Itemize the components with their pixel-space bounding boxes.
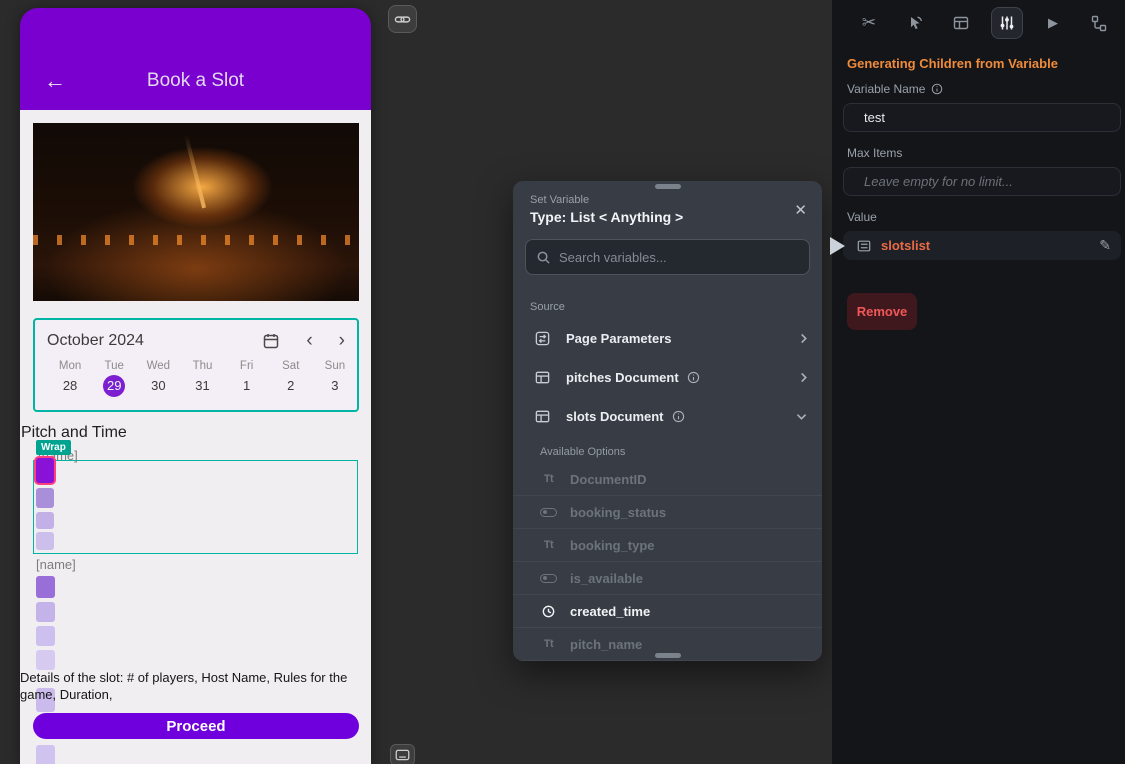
chevron-right-icon: [799, 332, 808, 345]
option-booking-type[interactable]: Tt booking_type: [513, 529, 822, 562]
source-row-slots-document[interactable]: slots Document: [513, 397, 822, 436]
panel-tab-interactions[interactable]: [899, 7, 931, 39]
info-icon[interactable]: [672, 410, 685, 423]
slot-details-text: Details of the slot: # of players, Host …: [20, 670, 348, 702]
document-collection-icon: [534, 369, 552, 386]
text-type-icon: Tt: [543, 539, 554, 551]
panel-tab-cut[interactable]: ✂: [853, 7, 885, 39]
option-documentid[interactable]: Tt DocumentID: [513, 463, 822, 496]
panel-tab-run[interactable]: ▶: [1037, 7, 1069, 39]
callout-arrow: [830, 237, 845, 255]
set-variable-dialog: Set Variable Type: List < Anything > ✕ S…: [513, 181, 822, 661]
play-icon: ▶: [1048, 15, 1058, 30]
source-row-pitches-document[interactable]: pitches Document: [513, 358, 822, 397]
info-icon[interactable]: [687, 371, 700, 384]
drag-handle[interactable]: [654, 653, 681, 658]
calendar-day-names: Mon Tue Wed Thu Fri Sat Sun: [58, 360, 346, 372]
sliders-icon: [998, 14, 1016, 32]
value-field[interactable]: slotslist ✎: [843, 231, 1121, 260]
variable-name-label: Variable Name: [847, 82, 943, 96]
scissors-icon: ✂: [861, 13, 877, 32]
panel-heading: Generating Children from Variable: [847, 56, 1058, 71]
item-chip: [36, 512, 54, 529]
item-chip: [36, 488, 54, 508]
next-month-chevron-icon[interactable]: ›: [339, 331, 345, 350]
value-variable-name: slotslist: [881, 238, 931, 253]
link-icon: [394, 11, 411, 28]
calendar-icon[interactable]: [262, 332, 280, 350]
app-root: ← Book a Slot October 2024 ‹ › Mon Tue W…: [0, 0, 1125, 764]
date-cell[interactable]: 28: [48, 375, 92, 397]
name-placeholder-text: [name]: [36, 557, 76, 572]
wrap-widget-badge[interactable]: Wrap: [36, 440, 71, 455]
calendar-dates: 28 29 30 31 1 2 3: [35, 375, 357, 397]
date-cell[interactable]: 3: [313, 375, 357, 397]
link-tool-button[interactable]: [388, 5, 417, 33]
dialog-kicker: Set Variable: [530, 194, 590, 206]
item-chip: [36, 745, 55, 764]
document-collection-icon: [534, 408, 552, 425]
phone-preview: ← Book a Slot October 2024 ‹ › Mon Tue W…: [20, 8, 371, 764]
panel-tab-data[interactable]: [945, 7, 977, 39]
list-variable-icon: [857, 239, 871, 253]
drag-handle[interactable]: [654, 184, 681, 189]
chevron-right-icon: [799, 371, 808, 384]
panel-tab-tree[interactable]: [1083, 7, 1115, 39]
dialog-title: Type: List < Anything >: [530, 209, 684, 225]
selected-item-chip[interactable]: [36, 458, 54, 483]
item-chip: [36, 626, 55, 646]
search-icon: [536, 250, 551, 265]
date-cell[interactable]: 31: [180, 375, 224, 397]
source-row-page-parameters[interactable]: Page Parameters: [513, 319, 822, 358]
proceed-button[interactable]: Proceed: [33, 713, 359, 739]
close-icon[interactable]: ✕: [794, 201, 807, 219]
selected-list-widget[interactable]: [33, 460, 358, 554]
page-parameters-icon: [534, 330, 552, 347]
toggle-icon: [540, 573, 557, 583]
remove-button[interactable]: Remove: [847, 293, 917, 330]
option-booking-status[interactable]: booking_status: [513, 496, 822, 529]
panel-tab-bar: ✂ ▶: [832, 0, 1125, 46]
phone-body: October 2024 ‹ › Mon Tue Wed Thu Fri Sat…: [20, 110, 371, 764]
edit-pencil-icon[interactable]: ✎: [1099, 237, 1111, 254]
available-options-label: Available Options: [540, 446, 626, 458]
source-section-label: Source: [530, 301, 565, 313]
item-chip: [36, 576, 55, 598]
search-input[interactable]: [559, 249, 799, 265]
text-type-icon: Tt: [543, 638, 554, 650]
value-label: Value: [847, 210, 877, 224]
variable-search[interactable]: [525, 239, 810, 275]
tree-icon: [1090, 14, 1108, 32]
keyboard-toggle-button[interactable]: [390, 744, 415, 764]
max-items-label: Max Items: [847, 146, 903, 160]
calendar-widget[interactable]: October 2024 ‹ › Mon Tue Wed Thu Fri Sat…: [33, 318, 359, 412]
item-chip: [36, 602, 55, 622]
info-icon[interactable]: [931, 83, 943, 95]
date-cell-selected[interactable]: 29: [92, 375, 136, 397]
keyboard-icon: [395, 749, 410, 761]
date-cell[interactable]: 2: [269, 375, 313, 397]
page-title: Book a Slot: [146, 70, 245, 91]
properties-panel: ✂ ▶ Generating Children from Variable Va…: [832, 0, 1125, 764]
prev-month-chevron-icon[interactable]: ‹: [306, 331, 312, 350]
toggle-icon: [540, 507, 557, 517]
text-type-icon: Tt: [543, 473, 554, 485]
item-chip: [36, 532, 54, 550]
variable-name-input[interactable]: [843, 103, 1121, 132]
chevron-down-icon: [795, 412, 808, 421]
option-created-time[interactable]: created_time: [513, 595, 822, 628]
appbar: ← Book a Slot: [20, 8, 371, 110]
hero-image[interactable]: [33, 123, 359, 301]
table-icon: [952, 14, 970, 32]
panel-tab-generator[interactable]: [991, 7, 1023, 39]
calendar-month-label: October 2024: [47, 331, 144, 349]
option-is-available[interactable]: is_available: [513, 562, 822, 595]
date-cell[interactable]: 1: [225, 375, 269, 397]
item-chip: [36, 650, 55, 670]
date-cell[interactable]: 30: [136, 375, 180, 397]
pointer-icon: [906, 14, 924, 32]
max-items-input[interactable]: [843, 167, 1121, 196]
clock-icon: [540, 604, 557, 619]
